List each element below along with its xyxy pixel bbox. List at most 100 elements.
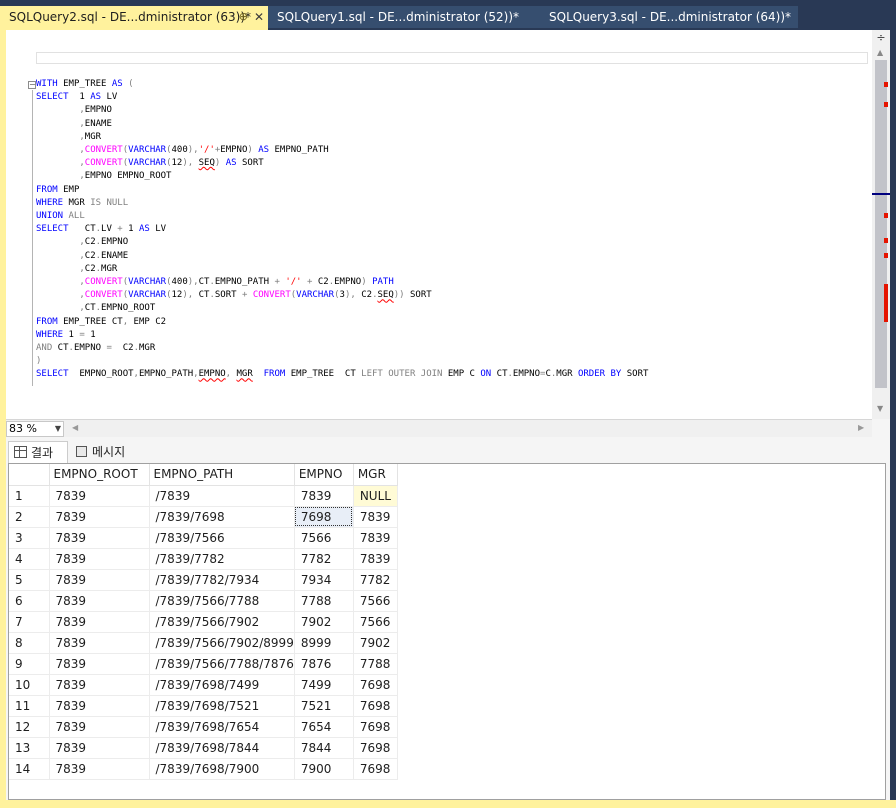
- grid-cell[interactable]: 7839: [49, 569, 150, 591]
- grid-cell[interactable]: 7839: [353, 506, 398, 528]
- grid-cell[interactable]: 7902: [294, 611, 354, 633]
- grid-cell[interactable]: 7839: [49, 737, 150, 759]
- row-number-cell[interactable]: 9: [9, 653, 50, 675]
- close-icon[interactable]: ✕: [254, 6, 264, 28]
- grid-cell[interactable]: 7839: [49, 611, 150, 633]
- grid-cell[interactable]: 7839: [49, 716, 150, 738]
- tab-sqlquery2[interactable]: SQLQuery2.sql - DE...dministrator (63))*…: [0, 6, 268, 30]
- grid-cell[interactable]: /7839/7698/7900: [149, 758, 295, 780]
- grid-cell[interactable]: 7839: [49, 590, 150, 612]
- grid-cell[interactable]: 7844: [294, 737, 354, 759]
- editor-vertical-scrollbar[interactable]: ÷ ▲ ▼: [872, 30, 890, 419]
- grid-cell[interactable]: 7839: [353, 548, 398, 570]
- scroll-right-icon[interactable]: ▶: [858, 423, 864, 432]
- grid-cell[interactable]: /7839/7566/7902: [149, 611, 295, 633]
- grid-cell[interactable]: 7698: [353, 737, 398, 759]
- table-row[interactable]: 1 7839/7839 7839 NULL: [9, 485, 398, 507]
- sql-code[interactable]: WITH EMP_TREE AS ( SELECT 1 AS LV ,EMPNO…: [36, 78, 648, 382]
- column-header[interactable]: EMPNO_ROOT: [49, 464, 150, 486]
- row-number-cell[interactable]: 11: [9, 695, 50, 717]
- table-row[interactable]: 9 7839/7839/7566/7788/7876 7876 7788: [9, 653, 398, 675]
- grid-cell[interactable]: 7566: [294, 527, 354, 549]
- scroll-down-icon[interactable]: ▼: [877, 404, 883, 413]
- row-number-cell[interactable]: 3: [9, 527, 50, 549]
- table-row[interactable]: 8 7839/7839/7566/7902/8999 8999 7902: [9, 632, 398, 654]
- row-number-cell[interactable]: 10: [9, 674, 50, 696]
- table-row[interactable]: 14 7839/7839/7698/7900 7900 7698: [9, 758, 398, 780]
- grid-cell[interactable]: 7902: [353, 632, 398, 654]
- grid-cell[interactable]: 7839: [294, 485, 354, 507]
- grid-cell[interactable]: /7839/7566: [149, 527, 295, 549]
- grid-cell[interactable]: 7839: [49, 548, 150, 570]
- row-number-cell[interactable]: 14: [9, 758, 50, 780]
- table-row[interactable]: 12 7839/7839/7698/7654 7654 7698: [9, 716, 398, 738]
- row-number-header[interactable]: [9, 464, 50, 486]
- grid-cell[interactable]: /7839/7698/7654: [149, 716, 295, 738]
- grid-cell[interactable]: /7839/7698/7499: [149, 674, 295, 696]
- table-row[interactable]: 10 7839/7839/7698/7499 7499 7698: [9, 674, 398, 696]
- grid-cell[interactable]: NULL: [353, 485, 398, 507]
- query-editor[interactable]: − WITH EMP_TREE AS ( SELECT 1 AS LV ,EMP…: [6, 30, 872, 419]
- grid-cell[interactable]: 7654: [294, 716, 354, 738]
- results-grid[interactable]: EMPNO_ROOT EMPNO_PATH EMPNO MGR 1 7839/78…: [8, 463, 886, 800]
- table-row[interactable]: 2 7839/7839/7698 7698 7839: [9, 506, 398, 528]
- column-header[interactable]: EMPNO: [294, 464, 354, 486]
- grid-cell[interactable]: 7839: [49, 695, 150, 717]
- grid-cell[interactable]: 7698: [353, 758, 398, 780]
- grid-cell[interactable]: /7839/7566/7902/8999: [149, 632, 295, 654]
- row-number-cell[interactable]: 2: [9, 506, 50, 528]
- split-icon[interactable]: ÷: [875, 32, 887, 44]
- grid-cell[interactable]: 7839: [49, 485, 150, 507]
- grid-cell[interactable]: 7839: [49, 653, 150, 675]
- row-number-cell[interactable]: 8: [9, 632, 50, 654]
- grid-cell[interactable]: /7839: [149, 485, 295, 507]
- table-row[interactable]: 13 7839/7839/7698/7844 7844 7698: [9, 737, 398, 759]
- row-number-cell[interactable]: 5: [9, 569, 50, 591]
- error-marker[interactable]: [884, 213, 888, 218]
- table-row[interactable]: 7 7839/7839/7566/7902 7902 7566: [9, 611, 398, 633]
- row-number-cell[interactable]: 7: [9, 611, 50, 633]
- grid-cell[interactable]: 7788: [294, 590, 354, 612]
- grid-cell[interactable]: 7839: [49, 758, 150, 780]
- scroll-left-icon[interactable]: ◀: [72, 423, 78, 432]
- row-number-cell[interactable]: 1: [9, 485, 50, 507]
- pin-icon[interactable]: ⊕: [239, 6, 248, 28]
- grid-cell[interactable]: 7839: [49, 506, 150, 528]
- grid-cell[interactable]: 7839: [353, 527, 398, 549]
- tab-sqlquery1[interactable]: SQLQuery1.sql - DE...dministrator (52))*: [268, 6, 540, 28]
- collapse-icon[interactable]: −: [28, 81, 36, 89]
- grid-cell[interactable]: 7521: [294, 695, 354, 717]
- tab-results[interactable]: 결과: [8, 441, 68, 463]
- zoom-dropdown[interactable]: 83 % ▼: [6, 421, 64, 437]
- grid-cell[interactable]: /7839/7566/7788/7876: [149, 653, 295, 675]
- error-marker[interactable]: [884, 253, 888, 258]
- grid-cell[interactable]: 7934: [294, 569, 354, 591]
- grid-cell[interactable]: /7839/7698/7844: [149, 737, 295, 759]
- grid-cell[interactable]: /7839/7698/7521: [149, 695, 295, 717]
- grid-cell[interactable]: 7698: [294, 506, 354, 528]
- table-row[interactable]: 3 7839/7839/7566 7566 7839: [9, 527, 398, 549]
- tab-messages[interactable]: 메시지: [70, 441, 136, 463]
- grid-cell[interactable]: /7839/7782/7934: [149, 569, 295, 591]
- grid-cell[interactable]: 7698: [353, 674, 398, 696]
- grid-cell[interactable]: 7788: [353, 653, 398, 675]
- tab-sqlquery3[interactable]: SQLQuery3.sql - DE...dministrator (64))*: [540, 6, 798, 28]
- column-header[interactable]: EMPNO_PATH: [149, 464, 295, 486]
- grid-cell[interactable]: 7566: [353, 611, 398, 633]
- grid-cell[interactable]: 7499: [294, 674, 354, 696]
- grid-cell[interactable]: /7839/7566/7788: [149, 590, 295, 612]
- table-row[interactable]: 6 7839/7839/7566/7788 7788 7566: [9, 590, 398, 612]
- grid-cell[interactable]: /7839/7698: [149, 506, 295, 528]
- grid-cell[interactable]: /7839/7782: [149, 548, 295, 570]
- table-row[interactable]: 4 7839/7839/7782 7782 7839: [9, 548, 398, 570]
- row-number-cell[interactable]: 6: [9, 590, 50, 612]
- error-marker[interactable]: [884, 284, 888, 322]
- grid-cell[interactable]: 7839: [49, 632, 150, 654]
- grid-cell[interactable]: 7839: [49, 527, 150, 549]
- grid-cell[interactable]: 7698: [353, 716, 398, 738]
- grid-cell[interactable]: 7782: [294, 548, 354, 570]
- error-marker[interactable]: [884, 238, 888, 243]
- grid-cell[interactable]: 8999: [294, 632, 354, 654]
- row-number-cell[interactable]: 12: [9, 716, 50, 738]
- grid-cell[interactable]: 7876: [294, 653, 354, 675]
